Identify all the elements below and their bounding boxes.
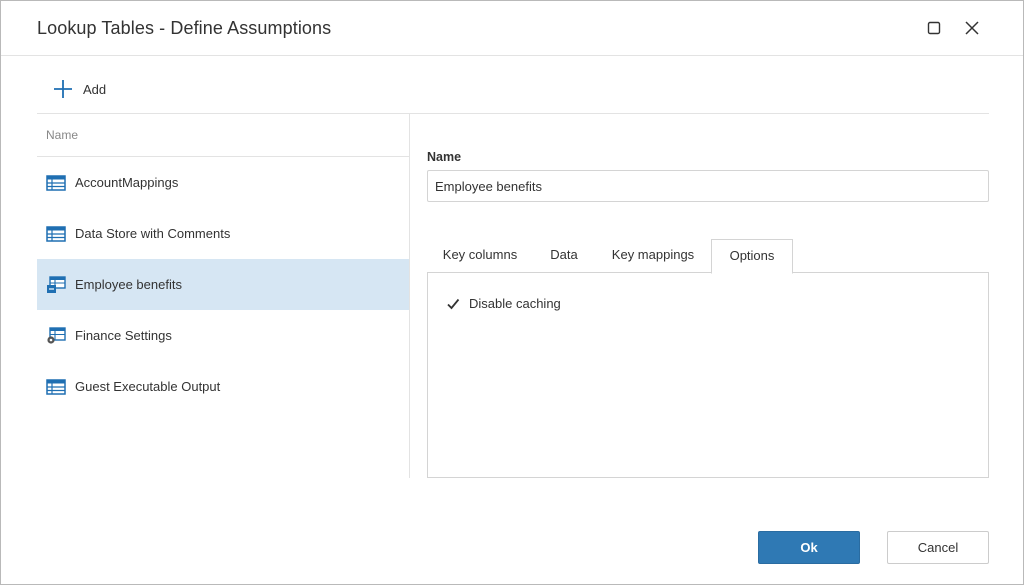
table-icon <box>46 378 66 396</box>
title-bar: Lookup Tables - Define Assumptions <box>1 1 1023 56</box>
table-icon <box>46 174 66 192</box>
list-item-label: AccountMappings <box>75 175 179 190</box>
table-settings-icon <box>46 326 66 345</box>
cancel-button[interactable]: Cancel <box>887 531 989 564</box>
table-icon <box>46 225 66 243</box>
add-button[interactable]: Add <box>37 75 110 103</box>
tab-options[interactable]: Options <box>711 239 793 274</box>
tab-data[interactable]: Data <box>539 239 589 273</box>
checkmark-icon <box>447 298 460 309</box>
list-item-label: Finance Settings <box>75 328 172 343</box>
name-field-label: Name <box>427 150 462 164</box>
dialog-title: Lookup Tables - Define Assumptions <box>37 18 332 38</box>
maximize-button[interactable] <box>923 17 945 39</box>
lookup-table-list: Name AccountMappings Data Store with Com… <box>37 114 410 478</box>
toolbar: Add <box>37 75 110 103</box>
tab-key-mappings[interactable]: Key mappings <box>605 239 701 273</box>
list-item-guest-executable-output[interactable]: Guest Executable Output <box>37 361 409 412</box>
plus-icon <box>54 80 72 98</box>
tab-key-columns[interactable]: Key columns <box>433 239 527 273</box>
ok-button[interactable]: Ok <box>758 531 860 564</box>
list-item-data-store-with-comments[interactable]: Data Store with Comments <box>37 208 409 259</box>
disable-caching-checkbox[interactable]: Disable caching <box>446 296 561 311</box>
list-item-label: Data Store with Comments <box>75 226 231 241</box>
close-button[interactable] <box>961 17 983 39</box>
detail-panel: Name Employee benefits Key columns Data … <box>427 141 989 478</box>
disable-caching-label: Disable caching <box>469 296 561 311</box>
table-link-icon <box>46 275 66 294</box>
maximize-icon <box>927 21 941 35</box>
close-icon <box>965 21 979 35</box>
options-tab-panel: Disable caching <box>427 272 989 478</box>
list-item-label: Employee benefits <box>75 277 182 292</box>
tab-bar: Key columns Data Key mappings Options <box>427 239 989 274</box>
list-column-header: Name <box>37 114 409 157</box>
name-input[interactable]: Employee benefits <box>427 170 989 202</box>
list-item-label: Guest Executable Output <box>75 379 221 394</box>
list-item-accountmappings[interactable]: AccountMappings <box>37 157 409 208</box>
list-item-employee-benefits[interactable]: Employee benefits <box>37 259 409 310</box>
list-item-finance-settings[interactable]: Finance Settings <box>37 310 409 361</box>
lookup-tables-dialog: Lookup Tables - Define Assumptions Add N… <box>0 0 1024 585</box>
add-button-label: Add <box>83 81 107 97</box>
